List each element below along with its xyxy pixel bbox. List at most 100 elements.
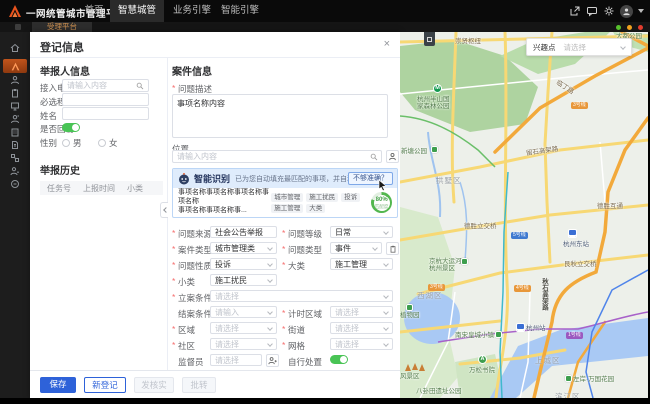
problem-type-select[interactable]: 事件 <box>330 242 382 254</box>
external-link-icon[interactable] <box>569 5 581 17</box>
status-dot-green <box>616 25 621 30</box>
required-mark: * <box>172 292 175 302</box>
new-registration-button[interactable]: 新登记 <box>84 377 126 393</box>
caret-down-icon[interactable] <box>638 9 644 13</box>
required-mark: * <box>172 244 175 254</box>
sidebar-contact-icon[interactable] <box>0 112 30 125</box>
radio-circle[interactable] <box>98 139 106 147</box>
sidebar-toggle-icon[interactable] <box>15 24 21 30</box>
problem-type-tool-button[interactable] <box>386 242 399 255</box>
required-mark: * <box>282 308 285 318</box>
app-frame: 一网统管城市管理平台 首页 智慧城管 业务引擎 智能引擎 受理平台 <box>0 0 650 404</box>
match-percentage-ring: 80%匹配度 <box>371 192 392 213</box>
chevron-down-icon <box>267 325 273 331</box>
required-mark: * <box>172 324 175 334</box>
settings-gear-icon[interactable] <box>603 5 615 17</box>
level-select[interactable]: 日常 <box>330 226 393 238</box>
navbar-actions <box>569 0 644 22</box>
form-label-case-type: 案件类型 <box>178 244 212 256</box>
gender-male-text: 男 <box>73 138 82 148</box>
chevron-down-icon <box>267 277 273 283</box>
sidebar-share-icon[interactable] <box>0 151 30 164</box>
clipboard-icon <box>389 245 397 253</box>
filing-condition-select[interactable]: 请选择 <box>210 290 393 302</box>
location-search-icon[interactable] <box>370 153 378 161</box>
top-navbar: 一网统管城市管理平台 首页 智慧城管 业务引擎 智能引擎 <box>0 0 650 22</box>
person-add-icon <box>268 356 277 365</box>
tag: 大类 <box>306 204 325 213</box>
send-verify-button[interactable]: 发核实 <box>134 377 174 393</box>
chevron-down-icon <box>383 325 389 331</box>
timing-area-select[interactable]: 请选择 <box>330 306 393 318</box>
sidebar-city-logo-active[interactable] <box>3 59 27 73</box>
supervisor-select[interactable]: 请选择 <box>210 354 262 366</box>
chevron-down-icon <box>267 309 273 315</box>
sidebar-user-icon[interactable] <box>0 73 30 86</box>
nav-item-smart-city[interactable]: 智慧城管 <box>110 0 164 22</box>
required-mark: * <box>172 340 175 350</box>
nature-select[interactable]: 投诉 <box>210 258 277 270</box>
supervisor-pick-button[interactable] <box>266 354 279 367</box>
nav-item-business-engine[interactable]: 业务引擎 <box>168 0 216 22</box>
form-label-level: 问题等级 <box>288 228 322 240</box>
poi-filter-select[interactable]: 兴趣点 请选择 <box>526 38 632 56</box>
tab-acceptance-platform[interactable]: 受理平台 <box>32 22 92 32</box>
form-label-filing-condition: 立案条件 <box>178 292 212 304</box>
sidebar-circle-minus-icon[interactable] <box>0 177 30 190</box>
search-icon[interactable] <box>136 82 144 90</box>
tag: 施工管理 <box>271 204 303 213</box>
sidebar-clipboard-icon[interactable] <box>0 86 30 99</box>
gender-radio-male[interactable]: 男 <box>62 137 82 149</box>
chevron-down-icon <box>267 245 273 251</box>
region-select[interactable]: 请选择 <box>210 322 277 334</box>
matched-tags: 城市管理 施工扰民 投诉 施工管理 大类 <box>271 193 371 213</box>
save-button[interactable]: 保存 <box>40 377 76 393</box>
sidebar-monitor-icon[interactable] <box>0 99 30 112</box>
modal-header: 登记信息 × <box>30 32 400 58</box>
ai-title: 智能识别 <box>194 172 230 185</box>
source-input[interactable]: 社会公告举报 <box>210 226 277 238</box>
callback-toggle[interactable] <box>62 123 80 132</box>
form-label-closing-condition: 结案条件 <box>178 308 212 320</box>
row2-input[interactable] <box>62 93 149 106</box>
location-input[interactable] <box>172 150 382 163</box>
grid-select[interactable]: 请选择 <box>330 338 393 350</box>
map-canvas[interactable]: 崇贤枢纽大都公园临丁路3号线杭州半山国 家森林公园新塘公园拱墅区留石高架路德胜互… <box>400 32 648 398</box>
sidebar-building-icon[interactable] <box>0 125 30 138</box>
name-input[interactable] <box>62 107 149 120</box>
ai-panel-body: 事项名称事项名称事项名称事项名称 事项名称事项名称事... 城市管理 施工扰民 … <box>173 188 397 217</box>
sidebar-home-icon[interactable] <box>0 41 30 54</box>
user-avatar[interactable] <box>620 5 633 18</box>
history-table-header: 任务号 上报时间 小类 <box>40 181 163 195</box>
message-icon[interactable] <box>586 5 598 17</box>
gender-radio-female[interactable]: 女 <box>98 137 118 149</box>
required-mark: * <box>282 340 285 350</box>
sidebar-document-icon[interactable] <box>0 138 30 151</box>
nav-item-home[interactable]: 首页 <box>78 0 110 22</box>
form-label-grid: 网格 <box>288 340 305 352</box>
close-icon[interactable]: × <box>384 38 390 50</box>
self-dispose-toggle[interactable] <box>330 355 348 364</box>
closing-condition-select[interactable]: 请输入 <box>210 306 277 318</box>
sidebar-user-star-icon[interactable] <box>0 164 30 177</box>
required-mark: * <box>282 324 285 334</box>
map-fullscreen-control[interactable] <box>424 32 435 46</box>
mouse-cursor-icon <box>378 180 388 191</box>
map-locate-button[interactable] <box>386 150 399 163</box>
case-type-select[interactable]: 城市管理类 <box>210 242 277 254</box>
nav-item-ai-engine[interactable]: 智能引擎 <box>216 0 264 22</box>
radio-circle[interactable] <box>62 139 70 147</box>
history-col-subtype: 小类 <box>127 183 143 194</box>
major-class-select[interactable]: 施工管理 <box>330 258 393 270</box>
collapse-left-panel-handle[interactable] <box>160 202 168 218</box>
chevron-down-icon <box>383 261 389 267</box>
transfer-button[interactable]: 批转 <box>182 377 216 393</box>
sub-class-select[interactable]: 施工扰民 <box>210 274 277 286</box>
gender-label: 性别 <box>40 137 57 149</box>
street-select[interactable]: 请选择 <box>330 322 393 334</box>
desc-textarea[interactable]: 事项名称内容 <box>172 94 388 138</box>
community-select[interactable]: 请选择 <box>210 338 277 350</box>
required-mark: * <box>282 228 285 238</box>
poi-filter-placeholder: 请选择 <box>564 42 587 53</box>
modal-footer: 保存 新登记 发核实 批转 <box>30 370 400 398</box>
